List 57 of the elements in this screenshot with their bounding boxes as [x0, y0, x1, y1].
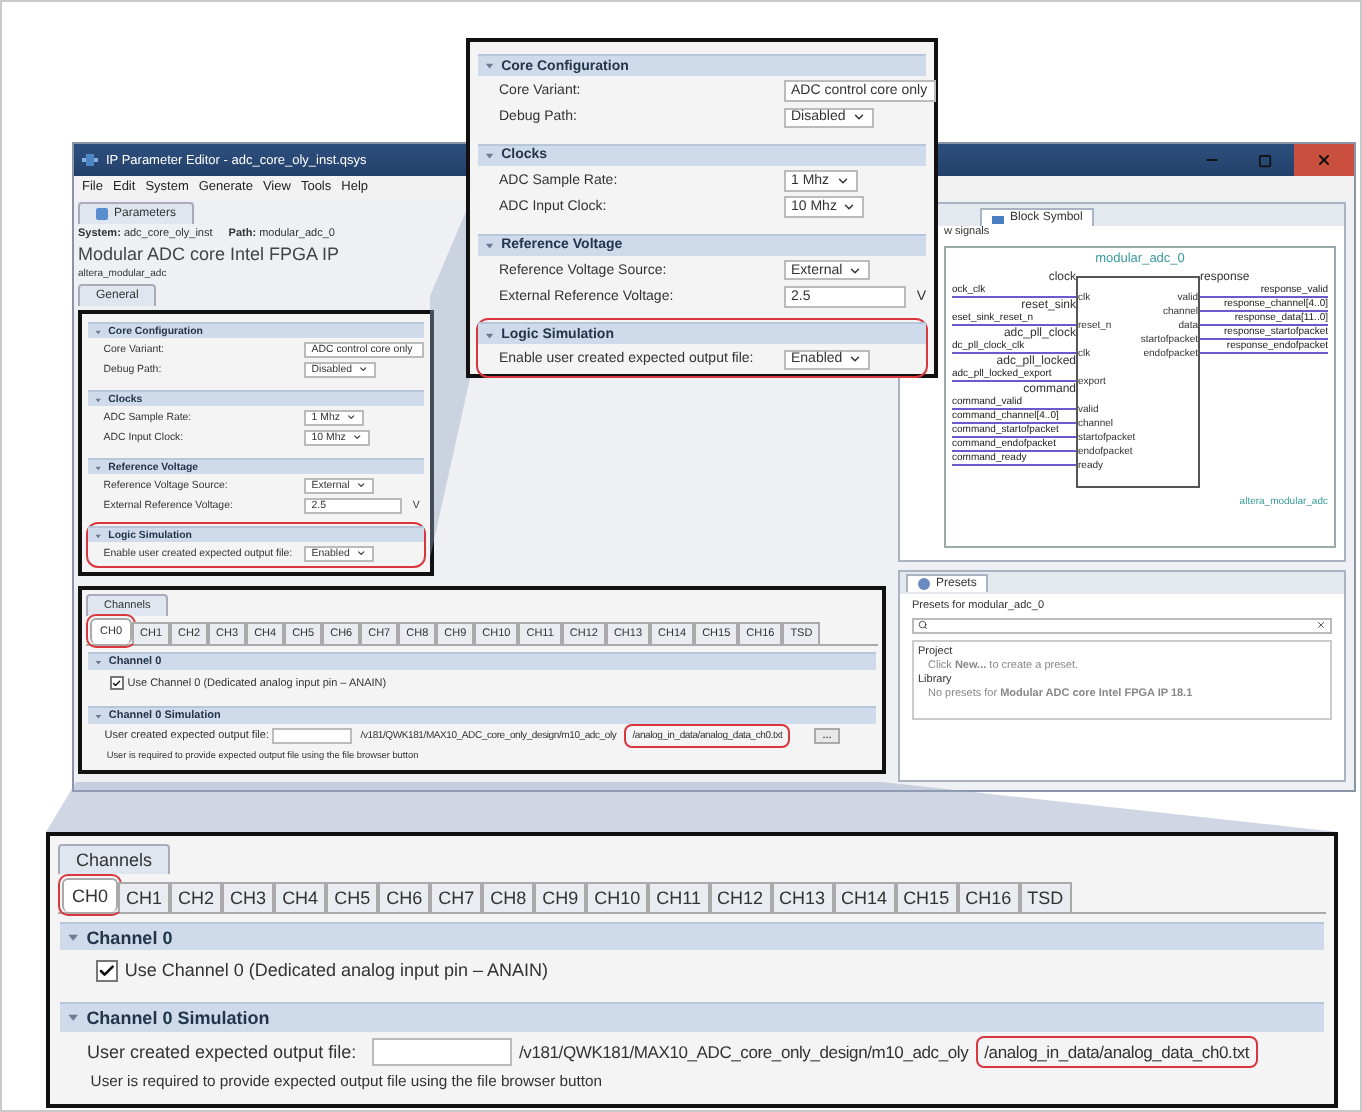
channels-tab[interactable]: Channels [58, 844, 171, 874]
chevron-icon [851, 110, 866, 125]
checkbox[interactable] [96, 959, 118, 982]
close-button[interactable] [1294, 144, 1354, 176]
close-icon [1316, 152, 1332, 168]
input-field[interactable] [272, 728, 353, 745]
channel-tab[interactable]: CH1 [118, 882, 171, 912]
collapse-icon[interactable] [484, 150, 496, 162]
collapse-icon[interactable] [484, 60, 496, 72]
chevron-icon [355, 548, 367, 559]
channel-tab[interactable]: CH4 [274, 882, 327, 912]
input-field[interactable] [371, 1038, 511, 1066]
collapse-icon[interactable] [94, 327, 103, 336]
channel-tab[interactable]: CH15 [895, 882, 958, 912]
collapse-icon[interactable] [94, 395, 103, 404]
highlighted-file-path: /analog_in_data/analog_data_ch0.txt [976, 1035, 1258, 1068]
channel-tab[interactable]: CH12 [709, 882, 772, 912]
channel-tab[interactable]: CH0 [62, 878, 119, 912]
collapse-icon[interactable] [484, 329, 496, 341]
channel-tab[interactable]: CH5 [326, 882, 379, 912]
checkbox-label: Use Channel 0 (Dedicated analog input pin – ANAIN) [124, 960, 549, 981]
channel-tab[interactable]: CH3 [222, 882, 275, 912]
chevron-icon [355, 480, 367, 491]
section-header[interactable]: Channel 0 [60, 922, 1324, 951]
maximize-icon [1257, 153, 1271, 167]
channel-tab[interactable]: CH7 [430, 882, 483, 912]
collapse-icon[interactable] [484, 239, 496, 251]
field-label: User created expected output file: [87, 1041, 359, 1062]
channel-tab[interactable]: CH13 [771, 882, 834, 912]
collapse-icon[interactable] [94, 463, 103, 472]
channel-tab[interactable]: CH6 [378, 882, 431, 912]
search-icon [918, 620, 928, 631]
section-header[interactable]: Channel 0 Simulation [60, 1002, 1324, 1032]
chevron-icon [848, 263, 863, 278]
collapse-icon[interactable] [66, 930, 81, 945]
checkbox[interactable] [110, 676, 124, 690]
channel-tab[interactable]: CH16 [957, 882, 1020, 912]
app-icon [82, 152, 98, 168]
search-field[interactable] [912, 617, 1332, 634]
channel-tab[interactable]: CH8 [482, 882, 535, 912]
collapse-icon[interactable] [94, 711, 103, 721]
channel-tab[interactable]: CH14 [833, 882, 896, 912]
collapse-icon[interactable] [94, 531, 103, 540]
collapse-icon[interactable] [66, 1010, 81, 1026]
file-path: /v181/QWK181/MAX10_ADC_core_only_design/m10_adc_oly [519, 1041, 969, 1062]
panel-icon [992, 211, 1004, 223]
channel-tab[interactable]: CH9 [534, 882, 587, 912]
channel-tab[interactable]: CH11 [648, 882, 710, 912]
chevron-icon [357, 364, 369, 375]
panel-icon [96, 208, 108, 220]
chevron-icon [848, 352, 863, 367]
channel-tab[interactable]: TSD [1019, 882, 1072, 912]
component-title: Modular ADC core Intel FPGA IP [78, 244, 340, 264]
channel-tab[interactable]: CH2 [170, 882, 223, 912]
channel-tab[interactable]: CH10 [586, 882, 649, 912]
collapse-icon[interactable] [94, 657, 103, 667]
panel-icon [918, 578, 930, 591]
